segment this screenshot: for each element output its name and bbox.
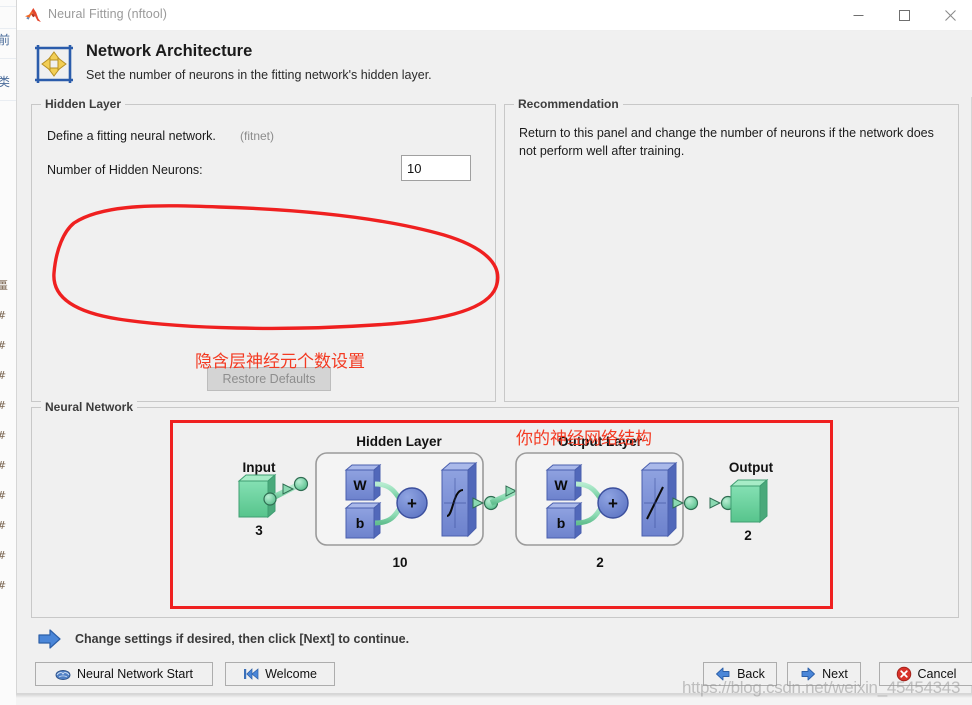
recommendation-group-title: Recommendation — [514, 97, 623, 111]
blue-arrow-icon — [37, 628, 63, 650]
red-ellipse-annotation — [52, 204, 500, 331]
minimize-button[interactable] — [835, 0, 881, 31]
brain-icon — [55, 666, 71, 682]
back-label: Back — [737, 667, 765, 681]
page-title: Network Architecture — [86, 42, 253, 60]
skip-to-start-icon — [243, 666, 259, 682]
hidden-layer-panel: Hidden Layer Define a fitting neural net… — [31, 97, 500, 402]
cancel-label: Cancel — [917, 667, 957, 681]
next-button[interactable]: Next — [787, 662, 861, 686]
neural-network-start-label: Neural Network Start — [76, 667, 193, 681]
window-title: Neural Fitting (nftool) — [48, 7, 168, 21]
hidden-neurons-label: Number of Hidden Neurons: — [47, 163, 203, 177]
welcome-label: Welcome — [265, 667, 317, 681]
fitnet-hint-label: (fitnet) — [240, 129, 275, 143]
nftool-window: Neural Fitting (nftool) Network Architec… — [16, 0, 972, 694]
hidden-neurons-input[interactable] — [401, 155, 471, 181]
next-label: Next — [822, 667, 848, 681]
arrow-left-icon — [715, 666, 731, 682]
close-icon[interactable] — [927, 0, 972, 31]
neural-network-start-button[interactable]: Neural Network Start — [35, 662, 213, 686]
diagram-annotation-text: 你的神经网络结构 — [516, 429, 652, 449]
matlab-logo-icon — [24, 7, 42, 24]
network-architecture-icon — [31, 41, 77, 87]
define-network-label: Define a fitting neural network. — [47, 129, 216, 143]
cancel-button[interactable]: Cancel — [879, 662, 972, 686]
arrow-right-icon — [800, 666, 816, 682]
title-bar: Neural Fitting (nftool) — [17, 0, 972, 31]
welcome-button[interactable]: Welcome — [225, 662, 335, 686]
error-circle-icon — [896, 666, 912, 682]
hidden-layer-annotation-text: 隐含层神经元个数设置 — [195, 352, 365, 372]
recommendation-panel: Recommendation Return to this panel and … — [504, 97, 959, 402]
page-header: Network Architecture Set the number of n… — [17, 31, 972, 97]
desktop-background: 前 类 畺 # # # # # # # # # # — [0, 0, 16, 705]
window-bottom-shadow — [16, 694, 972, 705]
screen: 前 类 畺 # # # # # # # # # # Neural Fit — [0, 0, 972, 705]
maximize-button[interactable] — [881, 0, 927, 31]
hidden-layer-group-title: Hidden Layer — [41, 97, 126, 111]
neural-network-group-title: Neural Network — [41, 400, 138, 414]
page-subtitle: Set the number of neurons in the fitting… — [86, 68, 432, 82]
recommendation-text: Return to this panel and change the numb… — [519, 126, 934, 159]
back-button[interactable]: Back — [703, 662, 777, 686]
diagram-red-highlight-box — [170, 420, 833, 609]
footer-hint-text: Change settings if desired, then click [… — [75, 632, 410, 646]
